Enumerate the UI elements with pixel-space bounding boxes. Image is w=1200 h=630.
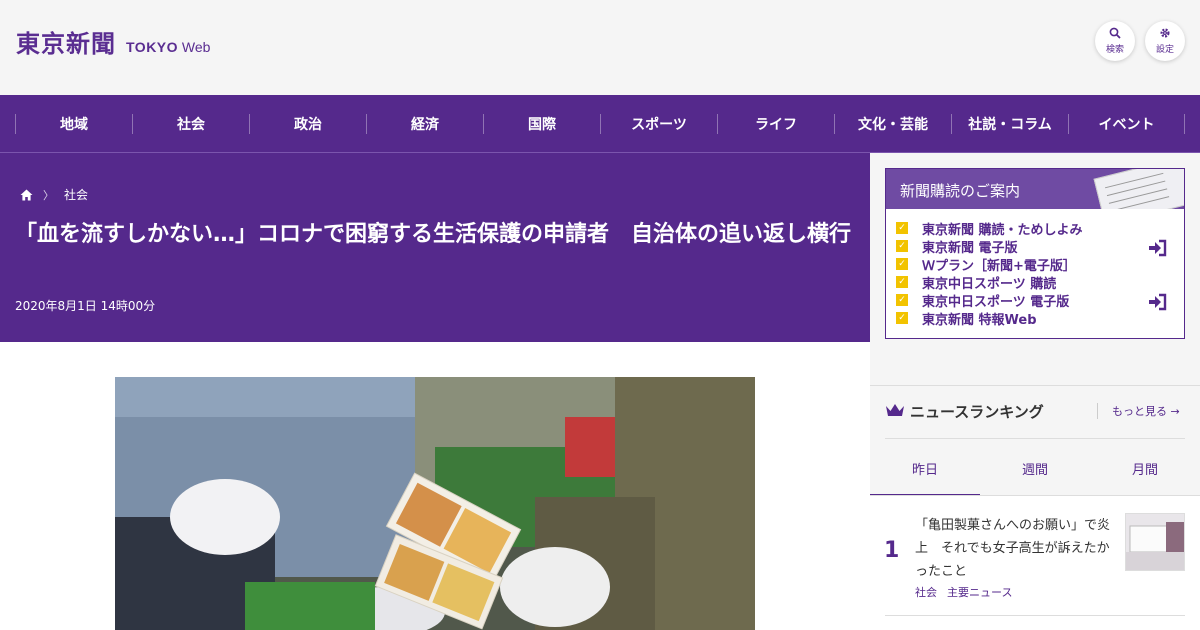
- nav-item-politics[interactable]: 政治: [249, 113, 366, 134]
- breadcrumb-separator-icon: 〉: [43, 188, 54, 202]
- sidebar: 新聞購読のご案内 ✓ 東京新聞 購読・ためしよみ ✓ 東京新聞 電子版 ✓ Ｗプラン［…: [870, 153, 1200, 630]
- article-body: [0, 342, 870, 630]
- ranking-list-item[interactable]: 1 「亀田製菓さんへのお願い」で炎上 それでも女子高生が訴えたかったこと 社会主…: [870, 496, 1200, 630]
- checkmark-icon: ✓: [896, 240, 908, 252]
- subscription-item[interactable]: ✓ 東京新聞 購読・ためしよみ: [896, 219, 1083, 238]
- subscription-item-label: 東京新聞 購読・ためしよみ: [922, 222, 1083, 238]
- subscription-box: 新聞購読のご案内 ✓ 東京新聞 購読・ためしよみ ✓ 東京新聞 電子版 ✓ Ｗプラン［…: [885, 168, 1185, 339]
- nav-item-life[interactable]: ライフ: [717, 113, 834, 134]
- tab-monthly[interactable]: 月間: [1090, 439, 1200, 497]
- more-label: もっと見る: [1112, 405, 1167, 418]
- main-nav: 地域 社会 政治 経済 国際 スポーツ ライフ 文化・芸能 社説・コラム イベン…: [0, 95, 1200, 152]
- subscription-item[interactable]: ✓ 東京新聞 特報Web: [896, 309, 1083, 328]
- subscription-item[interactable]: ✓ 東京中日スポーツ 購読: [896, 273, 1083, 292]
- nav-item-society[interactable]: 社会: [132, 113, 249, 134]
- site-header: 東京新聞 TOKYO Web 検索 設定: [0, 0, 1200, 95]
- article-title: 「血を流すしかない…」コロナで困窮する生活保護の申請者 自治体の追い返し横行: [15, 222, 852, 247]
- logo-english: TOKYO Web: [126, 39, 211, 55]
- tab-yesterday[interactable]: 昨日: [870, 439, 980, 497]
- subscription-heading: 新聞購読のご案内: [886, 169, 1184, 209]
- subscription-list: ✓ 東京新聞 購読・ためしよみ ✓ 東京新聞 電子版 ✓ Ｗプラン［新聞+電子版］ ✓…: [896, 219, 1083, 328]
- ranking-tabs: 昨日 週間 月間: [870, 439, 1200, 497]
- rank-tag[interactable]: 主要ニュース: [947, 586, 1012, 599]
- gear-icon: [1160, 28, 1170, 38]
- ranking-title: ニュースランキング: [910, 403, 1044, 421]
- subscription-item-label: 東京新聞 電子版: [922, 240, 1018, 256]
- crown-icon: [886, 404, 904, 416]
- rank-number: 1: [884, 538, 900, 563]
- breadcrumb-category[interactable]: 社会: [64, 186, 88, 203]
- article-header: 〉 社会 「血を流すしかない…」コロナで困窮する生活保護の申請者 自治体の追い返…: [0, 153, 870, 342]
- photo-illustration: [115, 377, 755, 630]
- site-logo[interactable]: 東京新聞 TOKYO Web: [16, 24, 210, 59]
- logo-kanji: 東京新聞: [16, 29, 116, 58]
- ranking-item-divider: [885, 615, 1185, 616]
- nav-item-culture[interactable]: 文化・芸能: [834, 113, 951, 134]
- article-date: 2020年8月1日 14時00分: [15, 299, 156, 313]
- rank-thumbnail[interactable]: [1125, 513, 1185, 571]
- login-arrow-icon[interactable]: [1148, 239, 1168, 257]
- login-arrow-icon[interactable]: [1148, 293, 1168, 311]
- nav-item-region[interactable]: 地域: [15, 113, 132, 134]
- settings-button[interactable]: 設定: [1145, 21, 1185, 61]
- breadcrumb: 〉 社会: [20, 186, 88, 203]
- subscription-item[interactable]: ✓ 東京中日スポーツ 電子版: [896, 291, 1083, 310]
- nav-item-economy[interactable]: 経済: [366, 113, 483, 134]
- ranking-divider: [870, 385, 1200, 386]
- nav-item-events[interactable]: イベント: [1068, 113, 1185, 134]
- subscription-item-label: 東京新聞 特報Web: [922, 312, 1037, 328]
- subscription-item[interactable]: ✓ Ｗプラン［新聞+電子版］: [896, 255, 1083, 274]
- home-icon[interactable]: [20, 189, 33, 201]
- checkmark-icon: ✓: [896, 276, 908, 288]
- checkmark-icon: ✓: [896, 312, 908, 324]
- settings-label: 設定: [1155, 45, 1174, 55]
- rank-tags: 社会 主要ニュース: [915, 584, 1022, 600]
- article-photo: [115, 377, 755, 630]
- tab-weekly[interactable]: 週間: [980, 439, 1090, 497]
- nav-item-editorial[interactable]: 社説・コラム: [951, 113, 1068, 134]
- checkmark-icon: ✓: [896, 258, 908, 270]
- rank-headline[interactable]: 「亀田製菓さんへのお願い」で炎上 それでも女子高生が訴えたかったこと: [915, 514, 1115, 583]
- checkmark-icon: ✓: [896, 222, 908, 234]
- nav-item-sports[interactable]: スポーツ: [600, 113, 717, 134]
- subscription-item-label: 東京中日スポーツ 電子版: [922, 294, 1070, 310]
- nav-item-international[interactable]: 国際: [483, 113, 600, 134]
- search-button[interactable]: 検索: [1095, 21, 1135, 61]
- subscription-heading-text: 新聞購読のご案内: [900, 182, 1021, 200]
- subscription-item-label: 東京中日スポーツ 購読: [922, 276, 1057, 292]
- subscription-item-label: Ｗプラン［新聞+電子版］: [922, 258, 1076, 274]
- search-label: 検索: [1105, 45, 1124, 55]
- newspaper-illustration: [1093, 169, 1184, 209]
- search-icon: [1109, 27, 1121, 39]
- checkmark-icon: ✓: [896, 294, 908, 306]
- rank-tag[interactable]: 社会: [915, 586, 937, 599]
- ranking-more-link[interactable]: もっと見る →: [1097, 403, 1180, 419]
- subscription-item[interactable]: ✓ 東京新聞 電子版: [896, 237, 1083, 256]
- thumbnail-illustration: [1126, 514, 1184, 570]
- arrow-right-icon: →: [1170, 405, 1180, 418]
